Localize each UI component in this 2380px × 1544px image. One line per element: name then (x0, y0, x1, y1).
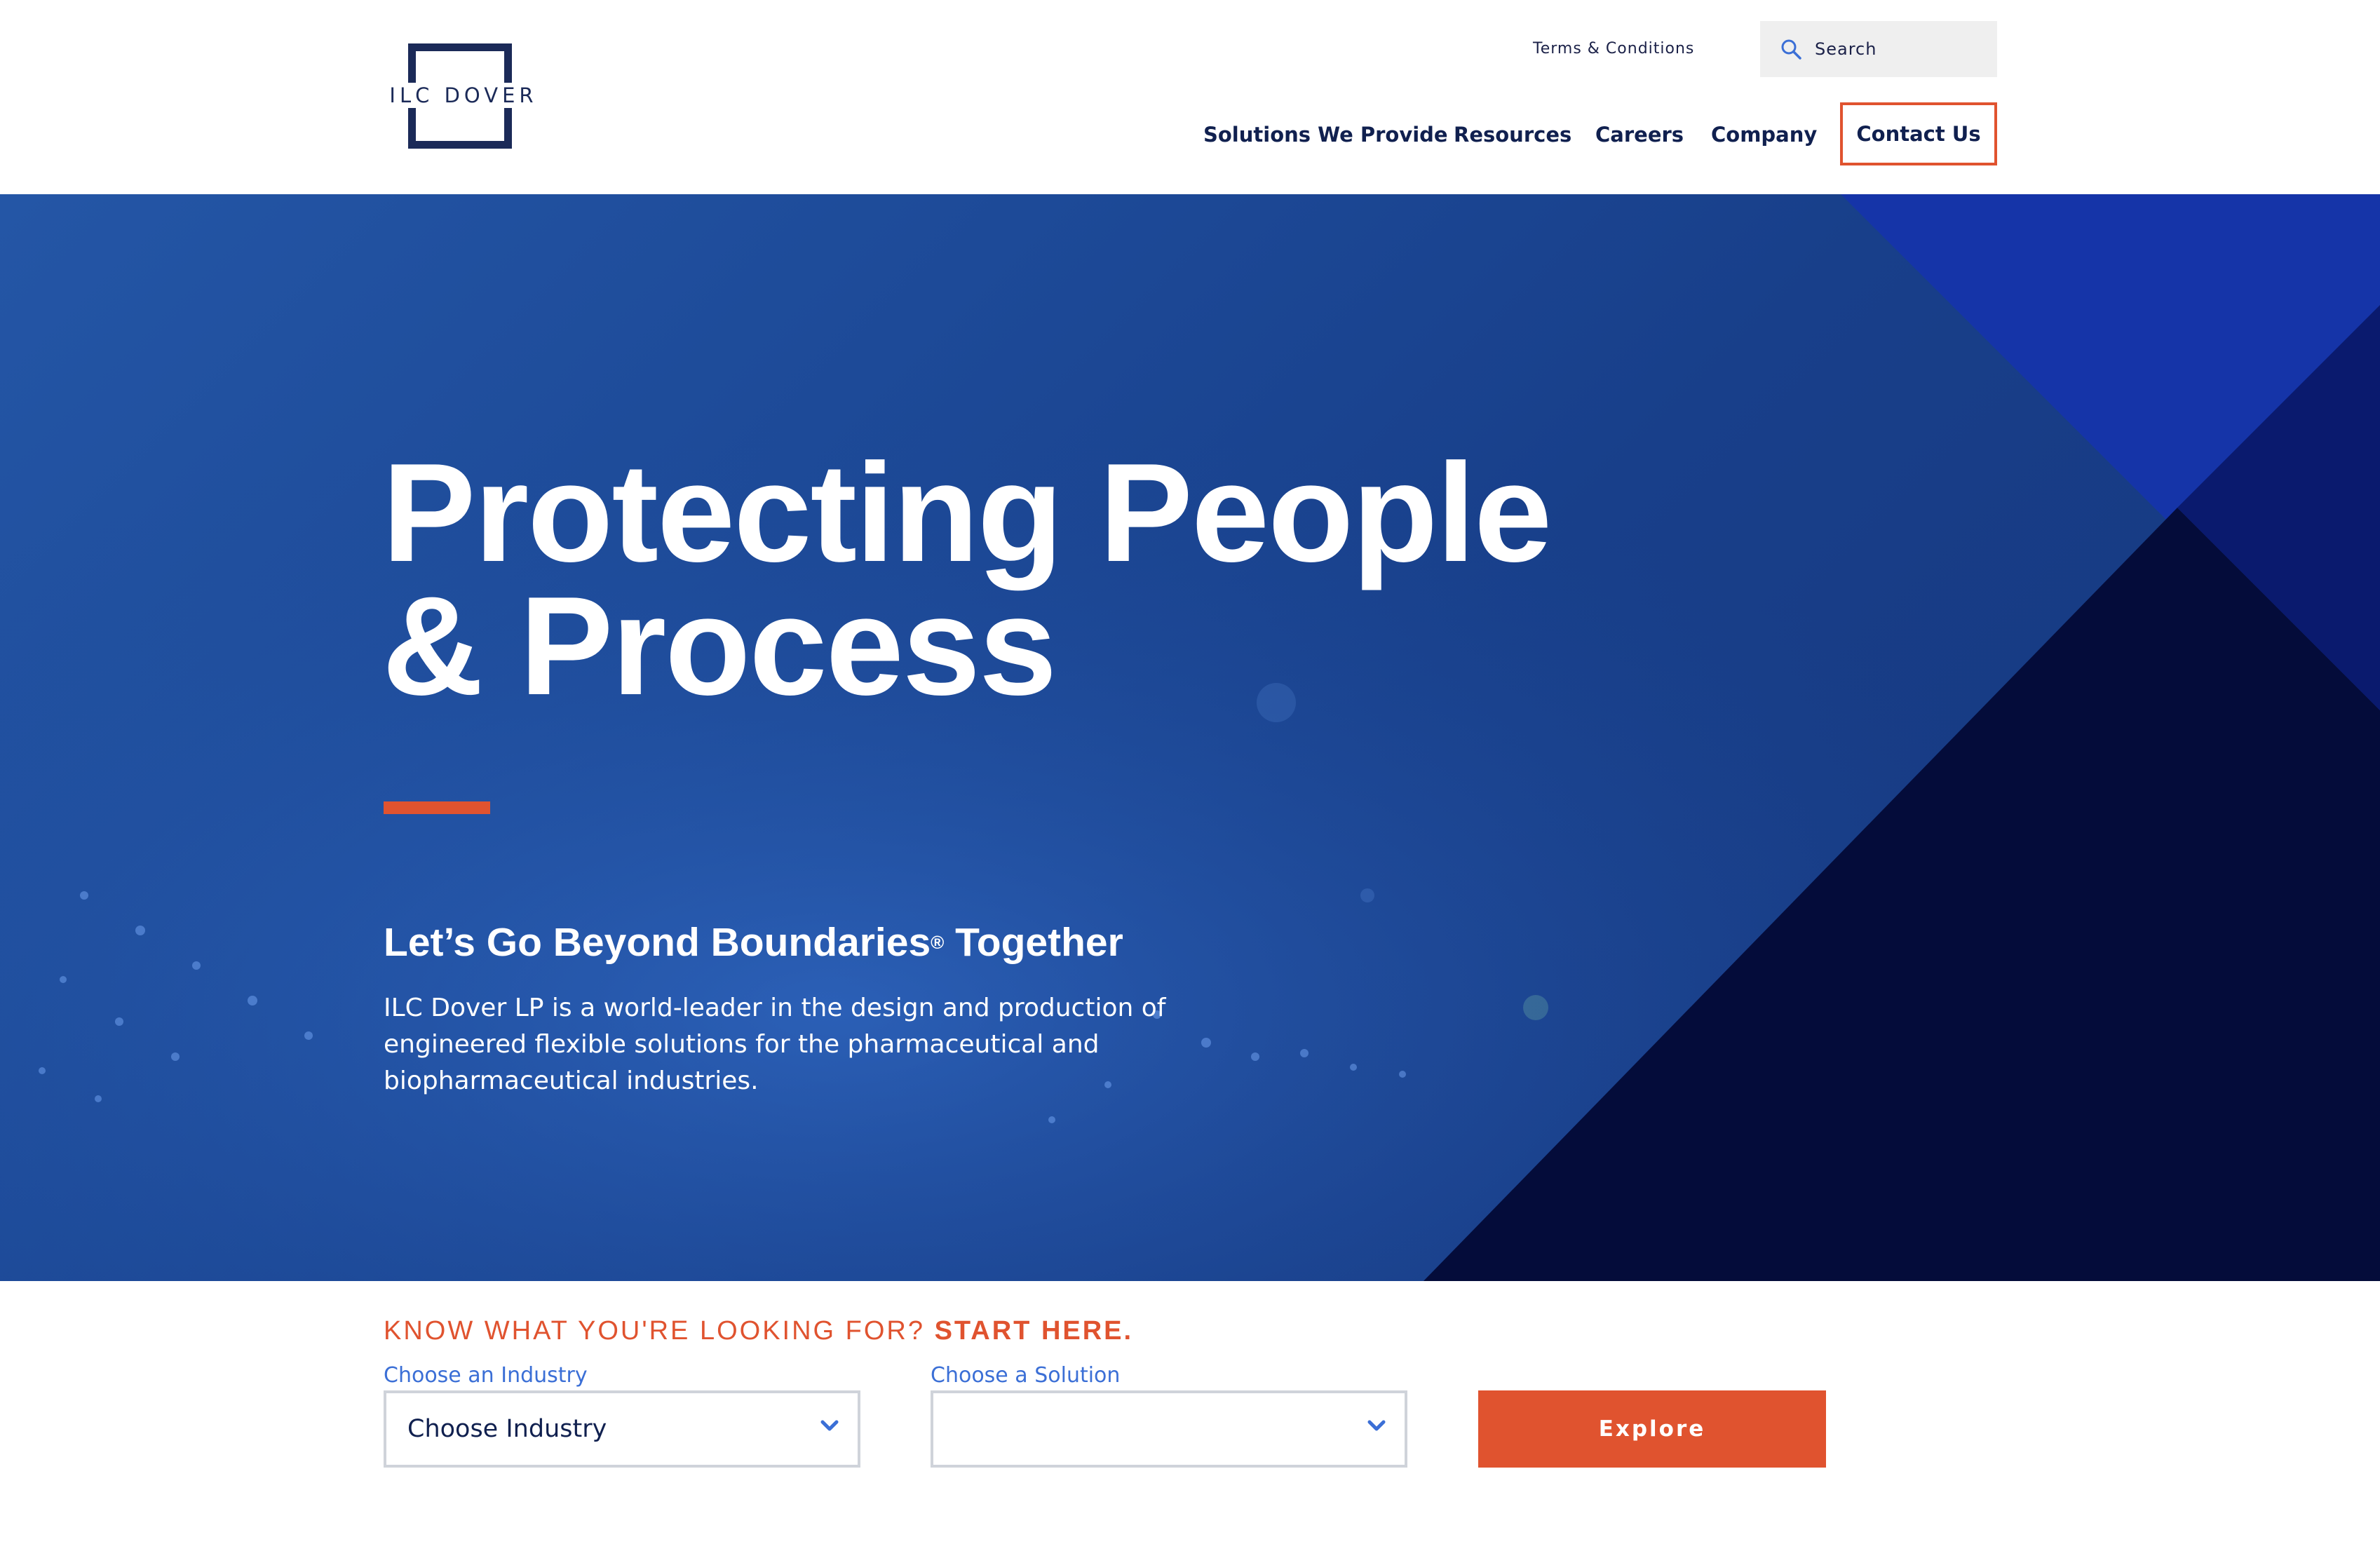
solution-label: Choose a Solution (931, 1363, 1121, 1388)
nav-solutions-we-provide[interactable]: Solutions We Provide (1203, 115, 1448, 154)
finder-heading-emphasis: START HERE. (934, 1316, 1134, 1346)
nav-company[interactable]: Company (1711, 115, 1817, 154)
site-header: ILC DOVER Terms & Conditions Solutions W… (0, 0, 2380, 194)
hero-accent-rule (384, 801, 490, 814)
search-input[interactable] (1815, 21, 1990, 77)
contact-us-button[interactable]: Contact Us (1840, 102, 1997, 165)
page: ILC DOVER Terms & Conditions Solutions W… (0, 0, 2380, 1544)
solution-select[interactable] (931, 1390, 1407, 1468)
industry-select[interactable]: Choose Industry (384, 1390, 860, 1468)
finder-heading: KNOW WHAT YOU'RE LOOKING FOR? START HERE… (384, 1310, 1133, 1352)
industry-label: Choose an Industry (384, 1363, 588, 1388)
hero-description: ILC Dover LP is a world-leader in the de… (384, 994, 1166, 1095)
chevron-down-icon (820, 1420, 839, 1431)
explore-button[interactable]: Explore (1478, 1390, 1826, 1468)
search-icon[interactable] (1780, 38, 1802, 60)
hero-subtitle-tail: Together (944, 920, 1123, 965)
hero-background-graphic (0, 194, 2380, 1281)
ilc-dover-logo[interactable]: ILC DOVER (382, 43, 545, 149)
logo-text: ILC DOVER (382, 83, 545, 108)
hero-banner: Protecting People & Process Let’s Go Bey… (0, 194, 2380, 1281)
search-box[interactable] (1760, 21, 1997, 77)
hero-subtitle-text: Let’s Go Beyond Boundaries (384, 920, 931, 965)
nav-resources[interactable]: Resources (1454, 115, 1571, 154)
industry-select-value: Choose Industry (407, 1415, 607, 1443)
hero-title: Protecting People & Process (382, 435, 1644, 724)
chevron-down-icon (1367, 1420, 1386, 1431)
terms-conditions-link[interactable]: Terms & Conditions (1533, 36, 1694, 62)
finder-heading-prefix: KNOW WHAT YOU'RE LOOKING FOR? (384, 1316, 935, 1346)
hero-title-line-2: & Process (382, 568, 1057, 724)
registered-mark: ® (931, 932, 945, 953)
nav-careers[interactable]: Careers (1595, 115, 1684, 154)
hero-subtitle: Let’s Go Beyond Boundaries® Together (384, 913, 1123, 972)
hero-title-line-1: Protecting People (382, 435, 1552, 591)
